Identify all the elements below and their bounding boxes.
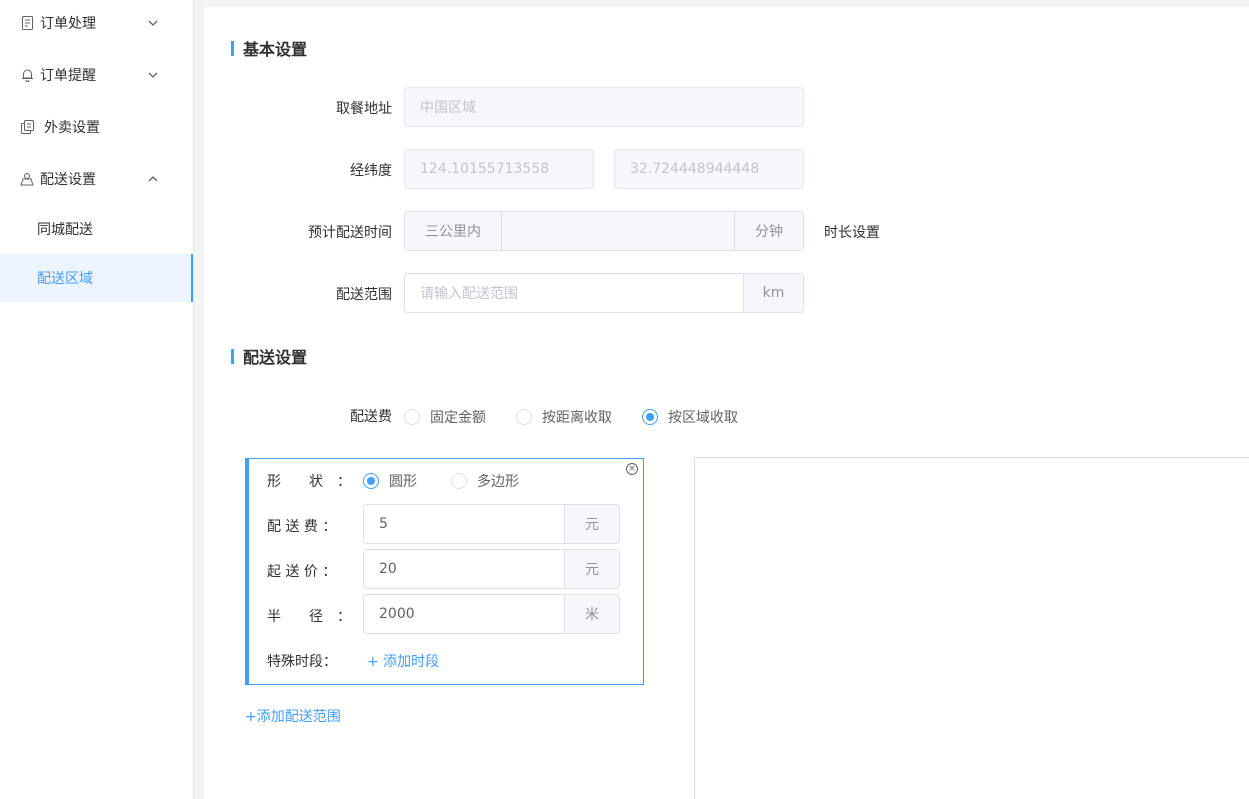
main-panel: 基本设置 取餐地址 中国区域 经纬度 124.10155713558 32.72… bbox=[204, 7, 1249, 799]
area-fee-unit: 元 bbox=[564, 505, 619, 543]
radio-dot bbox=[404, 409, 420, 425]
radio-dot bbox=[516, 409, 532, 425]
special-period-label: 特殊时段： bbox=[267, 654, 337, 670]
sidebar-item-order-processing[interactable]: 订单处理 bbox=[0, 0, 193, 49]
sidebar-item-takeout-settings[interactable]: 外卖设置 bbox=[0, 101, 193, 153]
pickup-address-input[interactable]: 中国区域 bbox=[404, 87, 804, 127]
delivery-fee-label: 配送费 bbox=[350, 409, 392, 425]
radius-input[interactable]: 2000 bbox=[364, 595, 564, 633]
range-input-group: 请输入配送范围 km bbox=[404, 273, 804, 313]
delivery-icon bbox=[20, 172, 34, 186]
radio-label: 固定金额 bbox=[430, 410, 486, 426]
delivery-settings-title: 配送设置 bbox=[231, 344, 307, 368]
min-order-input[interactable]: 20 bbox=[364, 550, 564, 588]
title-accent-bar bbox=[231, 348, 234, 364]
radio-label: 按区域收取 bbox=[668, 410, 738, 426]
longitude-input[interactable]: 124.10155713558 bbox=[404, 149, 594, 189]
area-fee-input[interactable]: 5 bbox=[364, 505, 564, 543]
min-order-unit: 元 bbox=[564, 550, 619, 588]
eta-input[interactable] bbox=[502, 212, 734, 250]
radius-unit: 米 bbox=[564, 595, 619, 633]
radio-label: 圆形 bbox=[389, 474, 417, 490]
add-delivery-range-link[interactable]: +添加配送范围 bbox=[245, 706, 341, 726]
title-accent-bar bbox=[231, 40, 234, 56]
sidebar-subitem-same-city[interactable]: 同城配送 bbox=[0, 205, 193, 253]
duration-settings-link[interactable]: 时长设置 bbox=[824, 222, 880, 242]
radius-label: 半 径 ： bbox=[267, 609, 351, 625]
sidebar-subitem-delivery-area[interactable]: 配送区域 bbox=[0, 254, 193, 302]
radio-dot bbox=[451, 473, 467, 489]
sidebar-item-order-reminder[interactable]: 订单提醒 bbox=[0, 49, 193, 101]
eta-label: 预计配送时间 bbox=[308, 225, 392, 241]
min-order-label: 起 送 价 ： bbox=[267, 564, 337, 580]
sidebar-item-label: 订单处理 bbox=[40, 16, 96, 32]
section-title-text: 基本设置 bbox=[243, 40, 308, 59]
shape-label: 形 状 ： bbox=[267, 474, 351, 490]
map-container[interactable] bbox=[694, 457, 1249, 799]
range-unit: km bbox=[743, 274, 803, 312]
fee-distance-radio[interactable]: 按距离收取 bbox=[516, 407, 612, 427]
fee-fixed-radio[interactable]: 固定金额 bbox=[404, 407, 486, 427]
bell-icon bbox=[20, 68, 34, 82]
shape-polygon-radio[interactable]: 多边形 bbox=[451, 471, 519, 491]
latlng-label: 经纬度 bbox=[350, 163, 392, 179]
section-title-text: 配送设置 bbox=[243, 348, 308, 367]
radio-dot bbox=[363, 473, 379, 489]
sidebar-item-delivery-settings[interactable]: 配送设置 bbox=[0, 153, 193, 205]
shape-circle-radio[interactable]: 圆形 bbox=[363, 471, 417, 491]
sidebar-item-label: 外卖设置 bbox=[44, 120, 100, 136]
pickup-address-label: 取餐地址 bbox=[336, 101, 392, 117]
range-label: 配送范围 bbox=[336, 287, 392, 303]
add-period-link[interactable]: + 添加时段 bbox=[367, 651, 439, 671]
eta-prepend: 三公里内 bbox=[405, 212, 502, 250]
area-fee-group: 5 元 bbox=[363, 504, 620, 544]
radio-dot bbox=[642, 409, 658, 425]
sidebar-item-label: 订单提醒 bbox=[40, 68, 96, 84]
latitude-input[interactable]: 32.724448944448 bbox=[614, 149, 804, 189]
radius-group: 2000 米 bbox=[363, 594, 620, 634]
area-fee-label: 配 送 费 ： bbox=[267, 519, 337, 535]
chevron-down-icon bbox=[147, 17, 159, 29]
delivery-area-card: × 形 状 ： 圆形 多边形 配 送 费 ： 5 元 起 送 价 ： 20 元 … bbox=[245, 458, 644, 685]
eta-input-group: 三公里内 分钟 bbox=[404, 211, 804, 251]
radio-label: 按距离收取 bbox=[542, 410, 612, 426]
sidebar: 订单处理 订单提醒 外卖设置 配送设置 同城配送 配送区域 bbox=[0, 0, 194, 799]
fee-area-radio[interactable]: 按区域收取 bbox=[642, 407, 738, 427]
eta-unit: 分钟 bbox=[734, 212, 803, 250]
sidebar-item-label: 配送设置 bbox=[40, 172, 96, 188]
chevron-down-icon bbox=[147, 69, 159, 81]
min-order-group: 20 元 bbox=[363, 549, 620, 589]
document-icon bbox=[20, 16, 34, 30]
basic-settings-title: 基本设置 bbox=[231, 36, 307, 60]
close-icon[interactable]: × bbox=[626, 463, 638, 475]
range-input[interactable]: 请输入配送范围 bbox=[405, 274, 743, 312]
chevron-up-icon bbox=[147, 173, 159, 185]
takeout-icon bbox=[20, 120, 34, 134]
radio-label: 多边形 bbox=[477, 474, 519, 490]
